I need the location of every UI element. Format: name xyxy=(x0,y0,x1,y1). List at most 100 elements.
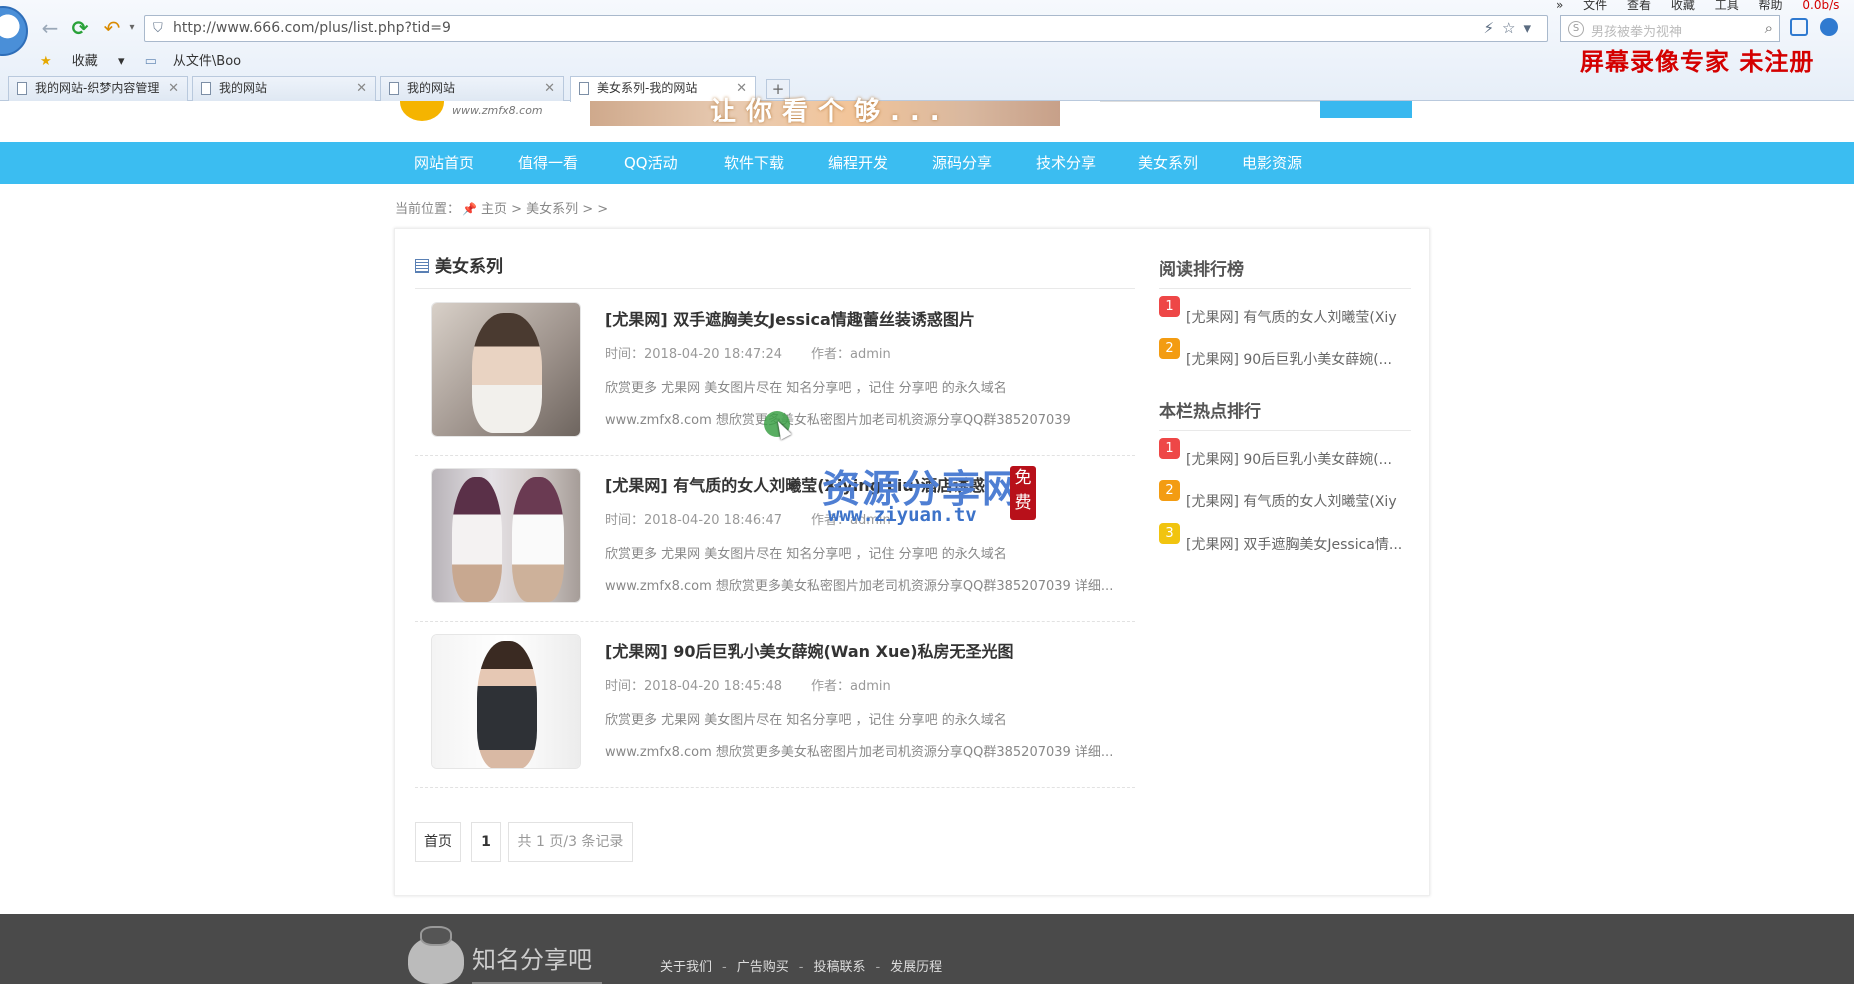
nav-worth-seeing[interactable]: 值得一看 xyxy=(518,142,578,184)
bookmark-favorites[interactable]: ★ 收藏 ▾ xyxy=(40,54,124,69)
browser-search-box[interactable]: S 男孩被拳为视神 ⌕ xyxy=(1560,15,1780,42)
bookmark-folder[interactable]: ▭ 从文件\Boo xyxy=(145,54,258,69)
rank-badge: 2 xyxy=(1159,480,1180,501)
article-meta: 时间：2018-04-20 18:45:48 作者：admin xyxy=(605,675,891,694)
footer-link-about[interactable]: 关于我们 xyxy=(660,960,712,975)
nav-source-share[interactable]: 源码分享 xyxy=(932,142,992,184)
menu-view[interactable]: 查看 xyxy=(1627,0,1651,12)
article-time: 时间：2018-04-20 18:46:47 xyxy=(605,513,783,528)
nav-programming[interactable]: 编程开发 xyxy=(828,142,888,184)
footer-separator: - xyxy=(798,960,804,975)
article-time: 时间：2018-04-20 18:45:48 xyxy=(605,679,783,694)
folder-icon: ▭ xyxy=(144,54,157,69)
header-banner[interactable]: 让你看个够... xyxy=(590,97,1060,127)
close-icon[interactable]: ✕ xyxy=(168,77,179,100)
address-url[interactable]: http://www.666.com/plus/list.php?tid=9 xyxy=(173,20,451,36)
menu-file[interactable]: 文件 xyxy=(1583,0,1607,12)
article-meta: 时间：2018-04-20 18:47:24 作者：admin xyxy=(605,343,891,362)
article-description-2: www.zmfx8.com 想欣赏更多美女私密图片加老司机资源分享QQ群3852… xyxy=(605,413,1071,428)
menu-favorites[interactable]: 收藏 xyxy=(1671,0,1695,12)
search-engine-icon[interactable]: S xyxy=(1568,21,1584,37)
close-icon[interactable]: ✕ xyxy=(356,77,367,100)
address-bar[interactable]: ⛉ http://www.666.com/plus/list.php?tid=9… xyxy=(144,15,1548,42)
nav-qq-activity[interactable]: QQ活动 xyxy=(624,142,678,184)
user-icon[interactable] xyxy=(1820,18,1838,36)
nav-beauty[interactable]: 美女系列 xyxy=(1138,142,1198,184)
hot-rank-item[interactable]: 3 [尤果网] 双手遮胸美女Jessica情... xyxy=(1159,523,1409,553)
back-icon[interactable]: ← xyxy=(38,16,62,40)
pin-icon: 📌 xyxy=(462,202,477,216)
article-description: 欣赏更多 尤果网 美女图片尽在 知名分享吧 ，记住 分享吧 的永久域名 xyxy=(605,713,1007,728)
article-thumbnail[interactable] xyxy=(431,302,581,437)
article-thumbnail[interactable] xyxy=(431,468,581,603)
footer-link-contribute[interactable]: 投稿联系 xyxy=(813,960,865,975)
browser-logo-icon[interactable] xyxy=(0,6,28,56)
breadcrumb-prefix: 当前位置： xyxy=(395,202,461,217)
divider xyxy=(1159,430,1411,431)
hot-rank-item[interactable]: 1 [尤果网] 90后巨乳小美女薛婉(... xyxy=(1159,438,1409,468)
rank-text[interactable]: [尤果网] 90后巨乳小美女薛婉(... xyxy=(1186,449,1411,469)
nav-movies[interactable]: 电影资源 xyxy=(1242,142,1302,184)
menu-help[interactable]: 帮助 xyxy=(1759,0,1783,12)
logo-url: www.zmfx8.com xyxy=(452,104,543,117)
nav-home[interactable]: 网站首页 xyxy=(414,142,474,184)
page-icon xyxy=(389,82,399,95)
header-search-button[interactable] xyxy=(1320,101,1412,118)
rank-text[interactable]: [尤果网] 90后巨乳小美女薛婉(... xyxy=(1186,349,1411,369)
browser-chrome: ← ⟳ ↶ ▾ ⛉ http://www.666.com/plus/list.p… xyxy=(0,0,1854,102)
article-title[interactable]: [尤果网] 90后巨乳小美女薛婉(Wan Xue)私房无圣光图 xyxy=(605,638,1014,662)
tab-1[interactable]: 我的网站-织梦内容管理 ✕ xyxy=(8,76,188,101)
rank-text[interactable]: [尤果网] 双手遮胸美女Jessica情... xyxy=(1186,534,1411,554)
hot-rank-item[interactable]: 2 [尤果网] 有气质的女人刘曦莹(Xiy xyxy=(1159,480,1409,510)
logo-mascot-icon xyxy=(400,101,444,121)
site-logo[interactable]: www.zmfx8.com xyxy=(400,101,572,123)
list-icon xyxy=(415,259,429,273)
list-heading: 美女系列 xyxy=(415,252,503,277)
bookmarks-bar: ★ 收藏 ▾ ▭ 从文件\Boo xyxy=(40,50,273,69)
rank-text[interactable]: [尤果网] 有气质的女人刘曦莹(Xiy xyxy=(1186,307,1411,327)
tab-label: 我的网站 xyxy=(407,81,456,95)
header-search-input[interactable] xyxy=(1100,101,1320,102)
page-icon xyxy=(17,82,27,95)
bookmark-folder-label: 从文件\Boo xyxy=(172,54,242,69)
reading-rank-item[interactable]: 2 [尤果网] 90后巨乳小美女薛婉(... xyxy=(1159,338,1409,368)
rank-badge: 3 xyxy=(1159,523,1180,544)
footer-separator: - xyxy=(722,960,727,975)
article-description-2: www.zmfx8.com 想欣赏更多美女私密图片加老司机资源分享QQ群3852… xyxy=(605,579,1114,594)
article-time: 时间：2018-04-20 18:47:24 xyxy=(605,347,783,362)
star-icon: ★ xyxy=(40,54,52,69)
tab-3[interactable]: 我的网站 ✕ xyxy=(380,76,564,101)
tab-label: 美女系列-我的网站 xyxy=(597,81,698,95)
article-description: 欣赏更多 尤果网 美女图片尽在 知名分享吧 ，记住 分享吧 的永久域名 xyxy=(605,547,1007,562)
page-icon xyxy=(579,82,589,95)
net-speed: 0.0b/s xyxy=(1802,0,1840,12)
tab-2[interactable]: 我的网站 ✕ xyxy=(192,76,376,101)
article-title[interactable]: [尤果网] 双手遮胸美女Jessica情趣蕾丝装诱惑图片 xyxy=(605,306,975,330)
banner-text: 让你看个够... xyxy=(710,97,950,127)
nav-software[interactable]: 软件下载 xyxy=(724,142,784,184)
menu-tools[interactable]: 工具 xyxy=(1715,0,1739,12)
undo-dropdown-icon[interactable]: ▾ xyxy=(120,16,144,40)
search-icon[interactable]: ⌕ xyxy=(1765,19,1773,37)
article-author: 作者：admin xyxy=(811,347,891,362)
shield-icon: ⛉ xyxy=(153,21,163,36)
article-thumbnail[interactable] xyxy=(431,634,581,769)
footer-separator: - xyxy=(875,960,881,975)
article-meta: 时间：2018-04-20 18:46:47 作者：admin xyxy=(605,509,891,528)
pagination-summary: 共 1 页/3 条记录 xyxy=(508,822,633,862)
nav-tech-share[interactable]: 技术分享 xyxy=(1036,142,1096,184)
breadcrumb-path[interactable]: 主页 > 美女系列 > > xyxy=(481,202,608,217)
refresh-icon[interactable]: ⟳ xyxy=(68,16,92,40)
close-icon[interactable]: ✕ xyxy=(544,77,555,100)
footer-link-ads[interactable]: 广告购买 xyxy=(737,960,789,975)
qr-scan-icon[interactable] xyxy=(1790,18,1808,36)
pagination-current[interactable]: 1 xyxy=(471,822,501,862)
rank-text[interactable]: [尤果网] 有气质的女人刘曦莹(Xiy xyxy=(1186,491,1411,511)
address-tools-icons[interactable]: ⚡☆▾ xyxy=(1483,19,1539,37)
menu-double-arrow-icon[interactable]: » xyxy=(1556,0,1563,12)
reading-rank-item[interactable]: 1 [尤果网] 有气质的女人刘曦莹(Xiy xyxy=(1159,296,1409,326)
footer-hat-icon xyxy=(420,926,452,946)
footer-link-history[interactable]: 发展历程 xyxy=(890,960,942,975)
pagination-first[interactable]: 首页 xyxy=(415,822,461,862)
rank-badge: 1 xyxy=(1159,296,1180,317)
